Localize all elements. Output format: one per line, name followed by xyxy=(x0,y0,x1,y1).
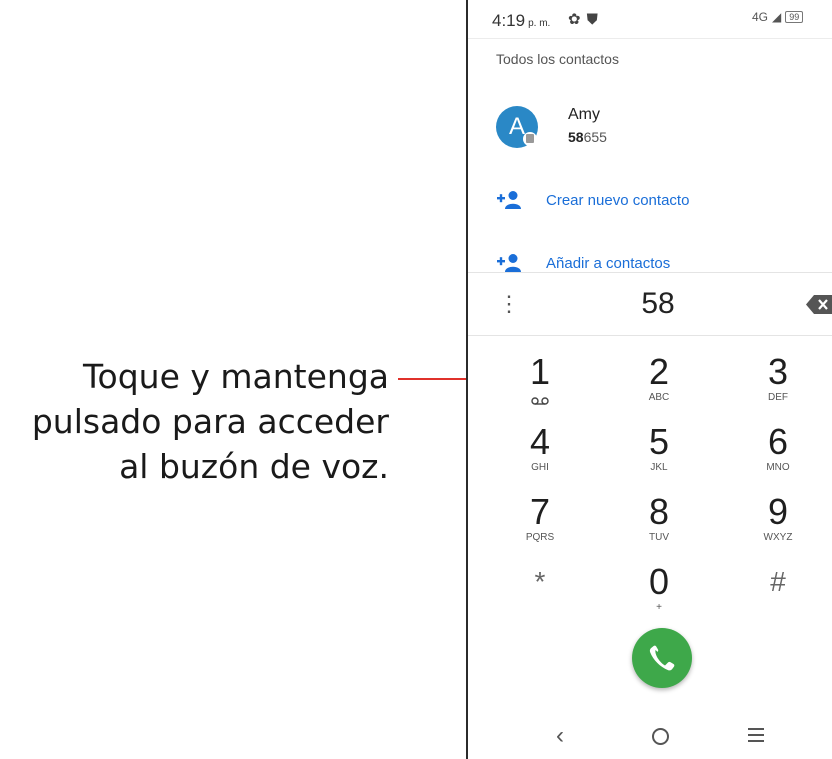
digits-bar: ⋮ 58 xyxy=(468,272,832,336)
key-1[interactable]: 1 xyxy=(500,352,580,416)
gear-icon: ✿ xyxy=(568,11,587,28)
key-4[interactable]: 4 GHI xyxy=(500,422,580,486)
key-5[interactable]: 5 JKL xyxy=(619,422,699,486)
annotation-line-3: al buzón de voz. xyxy=(119,447,389,486)
key-3[interactable]: 3 DEF xyxy=(738,352,818,416)
key-6[interactable]: 6 MNO xyxy=(738,422,818,486)
add-person-icon xyxy=(497,191,521,209)
contacts-section-title: Todos los contactos xyxy=(496,51,619,67)
status-bar: 4:19 p. m. ✿⛊ 4G ◢ 99 xyxy=(468,0,832,39)
nav-home-icon[interactable] xyxy=(652,728,669,745)
battery-icon: 99 xyxy=(785,11,804,23)
contact-name: Amy xyxy=(568,106,600,123)
sim-badge-icon xyxy=(523,132,537,146)
key-2[interactable]: 2 ABC xyxy=(619,352,699,416)
network-4g-icon: 4G xyxy=(752,10,769,24)
navigation-bar: ‹ xyxy=(468,710,832,759)
create-contact-action[interactable]: Crear nuevo contacto xyxy=(468,182,832,222)
contact-number: 58655 xyxy=(568,129,607,145)
key-0[interactable]: 0 + xyxy=(619,562,699,626)
key-7[interactable]: 7 PQRS xyxy=(500,492,580,556)
key-9[interactable]: 9 WXYZ xyxy=(738,492,818,556)
annotation-text: Toque y mantenga pulsado para acceder al… xyxy=(0,354,389,489)
annotation-line-2: pulsado para acceder xyxy=(31,402,389,441)
nav-back-icon[interactable]: ‹ xyxy=(556,722,564,750)
annotation-line-1: Toque y mantenga xyxy=(82,357,389,396)
backspace-icon[interactable] xyxy=(806,295,832,314)
voicemail-icon xyxy=(531,397,549,405)
phone-icon xyxy=(649,645,675,671)
add-to-contacts-label: Añadir a contactos xyxy=(546,255,671,272)
key-8[interactable]: 8 TUV xyxy=(619,492,699,556)
shield-icon: ⛊ xyxy=(586,11,604,28)
status-time: 4:19 p. m. xyxy=(492,11,551,30)
call-button[interactable] xyxy=(632,628,692,688)
contact-row-amy[interactable]: A Amy 58655 xyxy=(468,92,832,162)
nav-recents-icon[interactable] xyxy=(748,728,764,746)
key-star[interactable]: * xyxy=(500,562,580,626)
signal-icon: ◢ xyxy=(772,10,782,24)
create-contact-label: Crear nuevo contacto xyxy=(546,192,690,209)
add-person-icon xyxy=(497,254,521,272)
phone-screen: 4:19 p. m. ✿⛊ 4G ◢ 99 Todos los contactos… xyxy=(466,0,832,759)
dialed-digits[interactable]: 58 xyxy=(468,287,832,321)
key-hash[interactable]: # xyxy=(738,562,818,626)
